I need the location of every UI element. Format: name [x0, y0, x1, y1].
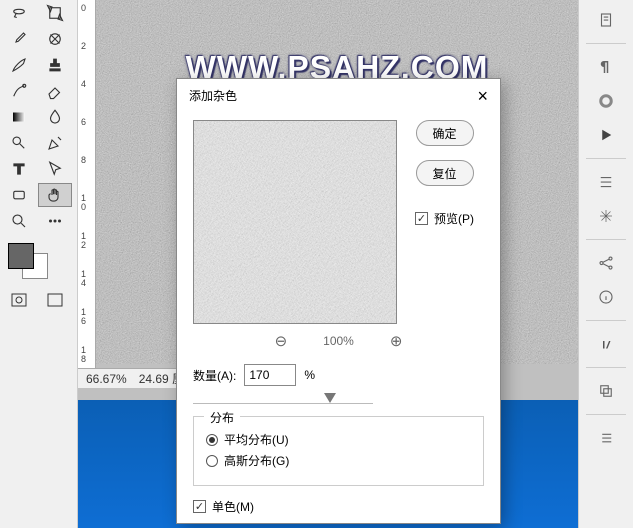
- radio-icon: [206, 434, 218, 446]
- path-select-tool-icon[interactable]: [38, 157, 72, 181]
- preview-label: 预览(P): [434, 210, 474, 227]
- layers-panel-icon[interactable]: [592, 377, 620, 405]
- ok-button[interactable]: 确定: [416, 120, 474, 146]
- history-panel-icon[interactable]: [592, 6, 620, 34]
- lasso-tool-icon[interactable]: [2, 1, 36, 25]
- mono-label: 单色(M): [212, 498, 254, 515]
- amount-unit: %: [304, 368, 315, 382]
- eyedropper-tool-icon[interactable]: [2, 27, 36, 51]
- gradient-tool-icon[interactable]: [2, 105, 36, 129]
- ruler-vertical: 024681 01 21 41 61 8: [78, 0, 96, 388]
- share-panel-icon[interactable]: [592, 249, 620, 277]
- align-panel-icon[interactable]: [592, 168, 620, 196]
- transform-tool-icon[interactable]: [38, 1, 72, 25]
- character-panel-icon[interactable]: [592, 330, 620, 358]
- fg-color[interactable]: [8, 243, 34, 269]
- zoom-level: 100%: [323, 334, 354, 348]
- screenmode-icon[interactable]: [38, 289, 72, 311]
- radio-uniform[interactable]: 平均分布(U): [206, 431, 471, 448]
- amount-slider[interactable]: [193, 390, 373, 404]
- swatches-panel-icon[interactable]: [592, 87, 620, 115]
- info-panel-icon[interactable]: [592, 283, 620, 311]
- dialog-title: 添加杂色: [189, 87, 237, 104]
- blur-tool-icon[interactable]: [38, 105, 72, 129]
- effects-panel-icon[interactable]: [592, 202, 620, 230]
- list-panel-icon[interactable]: [592, 424, 620, 452]
- checkbox-icon: [415, 212, 428, 225]
- rect-tool-icon[interactable]: [2, 183, 36, 207]
- zoom-in-icon[interactable]: ⊕: [390, 332, 403, 350]
- zoom-tool-icon[interactable]: [2, 209, 36, 233]
- preview-checkbox[interactable]: 预览(P): [415, 210, 474, 227]
- eraser-tool-icon[interactable]: [38, 79, 72, 103]
- play-panel-icon[interactable]: [592, 121, 620, 149]
- radio-gaussian-label: 高斯分布(G): [224, 452, 289, 469]
- status-bar: 66.67% 24.69 厘: [78, 368, 192, 388]
- radio-uniform-label: 平均分布(U): [224, 431, 289, 448]
- radio-icon: [206, 455, 218, 467]
- add-noise-dialog: 添加杂色 × 确定 复位 预览(P) ⊖ 100%: [176, 78, 501, 524]
- color-swatch[interactable]: [8, 243, 48, 279]
- preview-image[interactable]: [193, 120, 397, 324]
- zoom-out-icon[interactable]: ⊖: [275, 332, 288, 350]
- close-icon[interactable]: ×: [477, 89, 488, 103]
- distribution-legend: 分布: [204, 409, 240, 426]
- status-zoom: 66.67%: [86, 372, 127, 386]
- patch-tool-icon[interactable]: [38, 27, 72, 51]
- distribution-group: 分布 平均分布(U) 高斯分布(G): [193, 416, 484, 486]
- stamp-tool-icon[interactable]: [38, 53, 72, 77]
- dodge-tool-icon[interactable]: [2, 131, 36, 155]
- type-tool-icon[interactable]: [2, 157, 36, 181]
- paragraph-panel-icon[interactable]: [592, 53, 620, 81]
- toolbox: [0, 0, 78, 528]
- amount-label: 数量(A):: [193, 367, 236, 384]
- reset-button[interactable]: 复位: [416, 160, 474, 186]
- mono-checkbox[interactable]: 单色(M): [193, 498, 484, 515]
- history-brush-tool-icon[interactable]: [2, 79, 36, 103]
- radio-gaussian[interactable]: 高斯分布(G): [206, 452, 471, 469]
- checkbox-icon: [193, 500, 206, 513]
- right-panel: [578, 0, 633, 528]
- hand-tool-icon[interactable]: [38, 183, 72, 207]
- quickmask-icon[interactable]: [2, 289, 36, 311]
- amount-input[interactable]: [244, 364, 296, 386]
- pen-tool-icon[interactable]: [38, 131, 72, 155]
- brush-tool-icon[interactable]: [2, 53, 36, 77]
- more-tools-icon[interactable]: [38, 209, 72, 233]
- slider-thumb-icon[interactable]: [324, 393, 336, 403]
